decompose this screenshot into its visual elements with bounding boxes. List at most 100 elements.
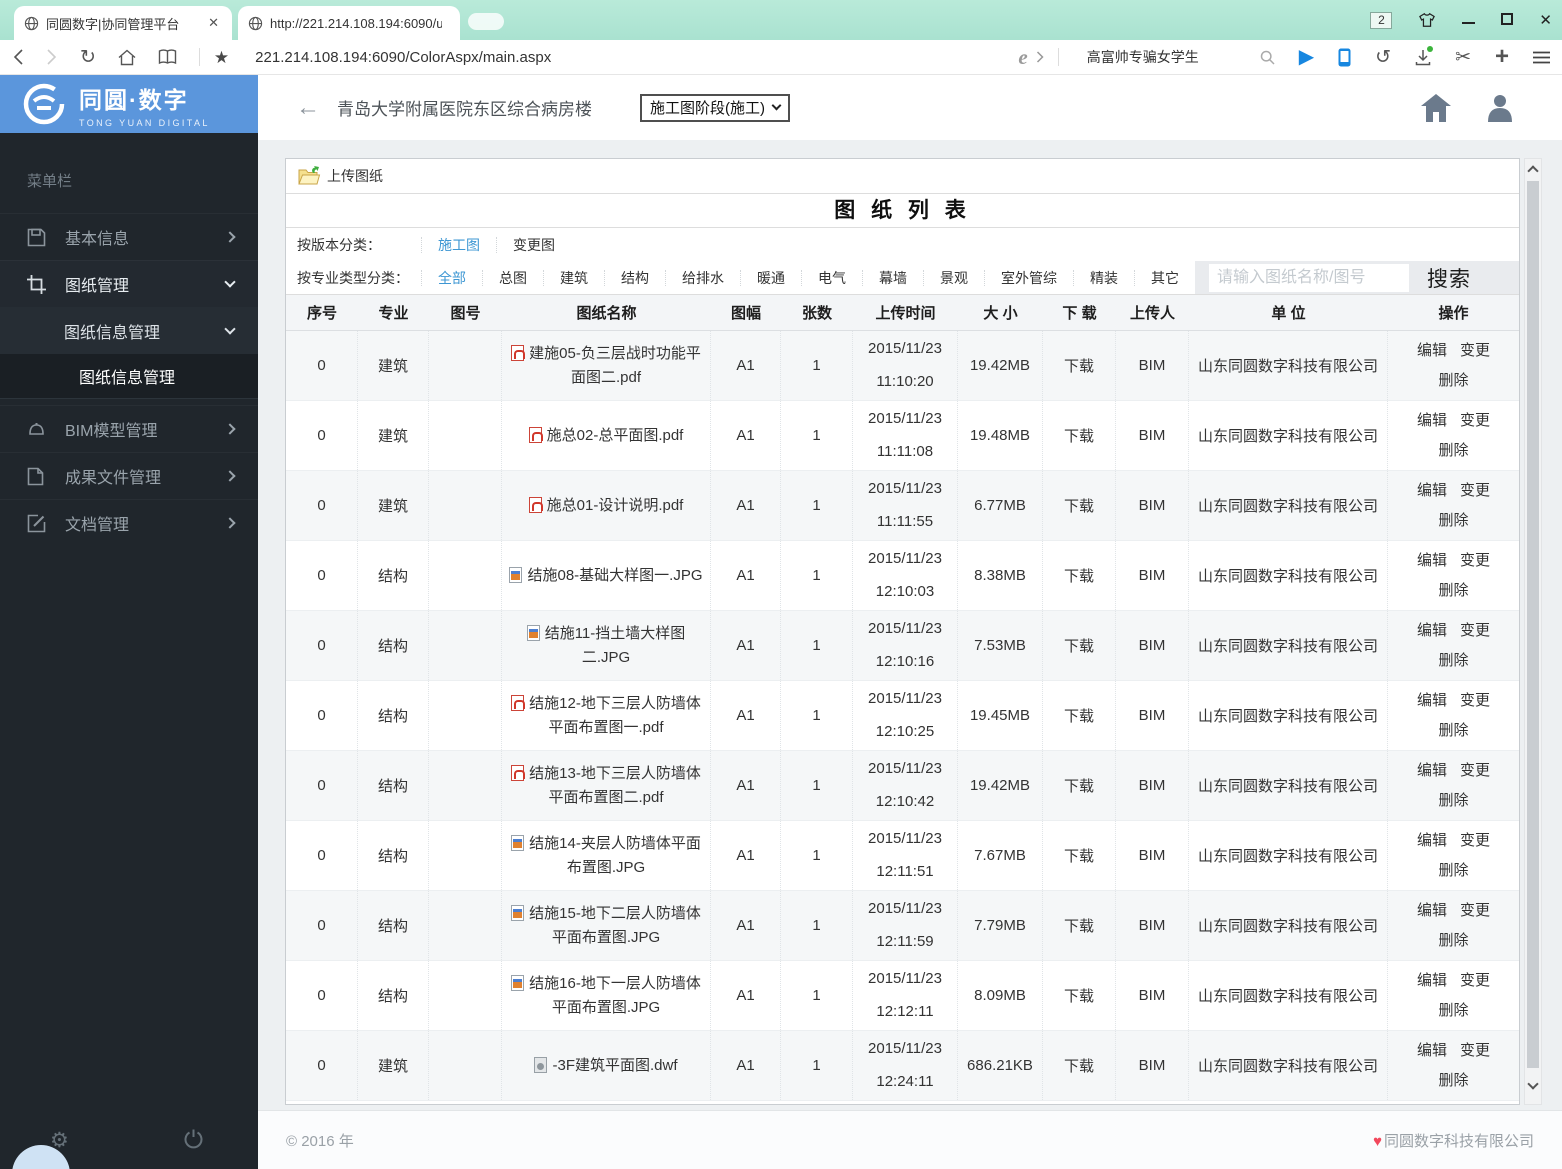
- edit-link[interactable]: 编辑: [1417, 616, 1447, 646]
- sidebar-item-result-files[interactable]: 成果文件管理: [0, 452, 258, 499]
- mobile-sync-icon[interactable]: [1338, 48, 1351, 67]
- sidebar-item-basic-info[interactable]: 基本信息: [0, 213, 258, 260]
- delete-link[interactable]: 删除: [1438, 1066, 1468, 1096]
- skin-icon[interactable]: [1418, 12, 1436, 28]
- type-tab-all[interactable]: 全部: [421, 269, 482, 286]
- undo-icon[interactable]: ↺: [1375, 48, 1391, 67]
- quick-search-text[interactable]: 高富帅专骗女学生: [1087, 47, 1260, 67]
- change-link[interactable]: 变更: [1460, 826, 1490, 856]
- download-link[interactable]: 下载: [1046, 635, 1112, 656]
- version-tab-construction[interactable]: 施工图: [421, 236, 496, 253]
- search-input[interactable]: [1209, 263, 1409, 292]
- delete-link[interactable]: 删除: [1438, 926, 1468, 956]
- download-link[interactable]: 下载: [1046, 985, 1112, 1006]
- edit-link[interactable]: 编辑: [1417, 826, 1447, 856]
- delete-link[interactable]: 删除: [1438, 716, 1468, 746]
- delete-link[interactable]: 删除: [1438, 996, 1468, 1026]
- tab-count-badge[interactable]: 2: [1370, 11, 1393, 29]
- download-link[interactable]: 下载: [1046, 1055, 1112, 1076]
- cell-drawing-name[interactable]: 结施11-挡土墙大样图二.JPG: [502, 611, 711, 680]
- sidebar-subitem-drawing-info-mgmt-active[interactable]: 图纸信息管理: [0, 354, 258, 399]
- home-icon[interactable]: [118, 49, 136, 66]
- delete-link[interactable]: 删除: [1438, 506, 1468, 536]
- delete-link[interactable]: 删除: [1438, 366, 1468, 396]
- cell-drawing-name[interactable]: 施总01-设计说明.pdf: [502, 471, 711, 540]
- version-tab-change[interactable]: 变更图: [496, 236, 571, 253]
- type-tab-landscape[interactable]: 景观: [923, 269, 984, 286]
- favorite-star-icon[interactable]: ★: [214, 49, 229, 66]
- change-link[interactable]: 变更: [1460, 896, 1490, 926]
- change-link[interactable]: 变更: [1460, 616, 1490, 646]
- scissors-icon[interactable]: ✂: [1455, 48, 1471, 67]
- sidebar-item-bim-model[interactable]: BIM模型管理: [0, 405, 258, 452]
- browser-tab-2[interactable]: http://221.214.108.194:6090/up: [238, 6, 460, 40]
- download-link[interactable]: 下载: [1046, 705, 1112, 726]
- delete-link[interactable]: 删除: [1438, 786, 1468, 816]
- type-tab-curtainwall[interactable]: 幕墙: [862, 269, 923, 286]
- close-button[interactable]: ✕: [1539, 11, 1552, 29]
- maximize-button[interactable]: [1501, 12, 1514, 29]
- cell-drawing-name[interactable]: 施总02-总平面图.pdf: [502, 401, 711, 470]
- type-tab-outdoor[interactable]: 室外管综: [984, 269, 1073, 286]
- delete-link[interactable]: 删除: [1438, 576, 1468, 606]
- change-link[interactable]: 变更: [1460, 546, 1490, 576]
- minimize-button[interactable]: [1462, 12, 1476, 29]
- type-tab-electrical[interactable]: 电气: [801, 269, 862, 286]
- new-tab-button[interactable]: [468, 13, 504, 30]
- play-extension-icon[interactable]: ▶: [1299, 47, 1314, 67]
- tab-close-icon[interactable]: ✕: [205, 15, 222, 31]
- download-icon[interactable]: [1415, 45, 1434, 66]
- scroll-down-icon[interactable]: [1527, 1078, 1539, 1090]
- quick-search-box[interactable]: 高富帅专骗女学生: [1087, 47, 1275, 67]
- type-tab-architecture[interactable]: 建筑: [543, 269, 604, 286]
- change-link[interactable]: 变更: [1460, 476, 1490, 506]
- ie-icon[interactable]: e: [1018, 45, 1027, 70]
- type-tab-finishing[interactable]: 精装: [1073, 269, 1134, 286]
- edit-link[interactable]: 编辑: [1417, 476, 1447, 506]
- sidebar-item-document-mgmt[interactable]: 文档管理: [0, 499, 258, 546]
- change-link[interactable]: 变更: [1460, 406, 1490, 436]
- change-link[interactable]: 变更: [1460, 1036, 1490, 1066]
- change-link[interactable]: 变更: [1460, 966, 1490, 996]
- menu-icon[interactable]: [1533, 51, 1550, 64]
- download-link[interactable]: 下载: [1046, 775, 1112, 796]
- type-tab-hvac[interactable]: 暖通: [740, 269, 801, 286]
- chevron-right-icon[interactable]: [1036, 51, 1044, 63]
- address-url[interactable]: 221.214.108.194:6090/ColorAspx/main.aspx: [255, 49, 551, 66]
- edit-link[interactable]: 编辑: [1417, 686, 1447, 716]
- type-tab-other[interactable]: 其它: [1134, 269, 1195, 286]
- change-link[interactable]: 变更: [1460, 686, 1490, 716]
- upload-icon[interactable]: [297, 166, 321, 186]
- edit-link[interactable]: 编辑: [1417, 406, 1447, 436]
- sidebar-item-drawing-mgmt[interactable]: 图纸管理: [0, 260, 258, 307]
- stage-select[interactable]: 施工图阶段(施工): [640, 93, 790, 122]
- download-link[interactable]: 下载: [1046, 425, 1112, 446]
- edit-link[interactable]: 编辑: [1417, 966, 1447, 996]
- download-link[interactable]: 下载: [1046, 565, 1112, 586]
- type-tab-structure[interactable]: 结构: [604, 269, 665, 286]
- delete-link[interactable]: 删除: [1438, 436, 1468, 466]
- download-link[interactable]: 下载: [1046, 845, 1112, 866]
- cell-drawing-name[interactable]: 结施08-基础大样图一.JPG: [502, 541, 711, 610]
- cell-drawing-name[interactable]: 结施16-地下一层人防墙体平面布置图.JPG: [502, 961, 711, 1030]
- vertical-scrollbar[interactable]: [1524, 158, 1542, 1105]
- upload-label[interactable]: 上传图纸: [327, 166, 383, 186]
- edit-link[interactable]: 编辑: [1417, 756, 1447, 786]
- back-arrow-icon[interactable]: ←: [296, 94, 320, 122]
- cell-drawing-name[interactable]: 结施15-地下二层人防墙体平面布置图.JPG: [502, 891, 711, 960]
- refresh-icon[interactable]: ↻: [80, 48, 96, 67]
- power-icon[interactable]: [183, 1128, 204, 1153]
- type-tab-general[interactable]: 总图: [482, 269, 543, 286]
- search-icon[interactable]: [1260, 50, 1275, 65]
- scrollbar-thumb[interactable]: [1527, 181, 1539, 1068]
- forward-icon[interactable]: [46, 48, 58, 66]
- download-link[interactable]: 下载: [1046, 355, 1112, 376]
- add-icon[interactable]: +: [1495, 45, 1509, 69]
- user-icon[interactable]: [1485, 93, 1515, 123]
- search-button[interactable]: 搜索: [1427, 263, 1471, 293]
- home-icon[interactable]: [1420, 93, 1452, 123]
- change-link[interactable]: 变更: [1460, 756, 1490, 786]
- edit-link[interactable]: 编辑: [1417, 546, 1447, 576]
- sidebar-subitem-drawing-info-mgmt[interactable]: 图纸信息管理: [0, 307, 258, 354]
- cell-drawing-name[interactable]: 结施12-地下三层人防墙体平面布置图一.pdf: [502, 681, 711, 750]
